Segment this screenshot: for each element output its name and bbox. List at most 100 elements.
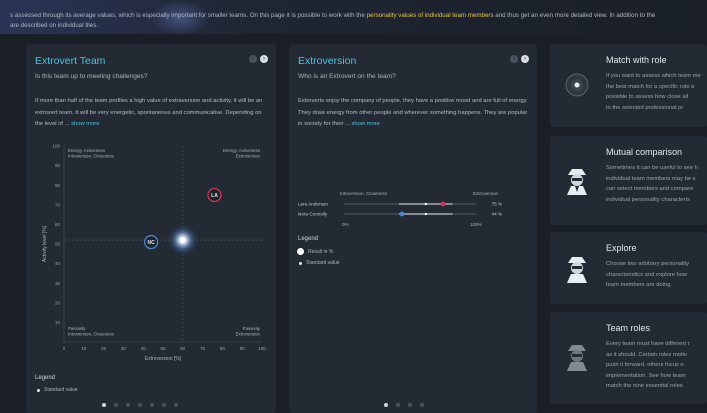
panel-description: Extroverts enjoy the company of people, … [298, 96, 530, 131]
extroversion-bar-chart: Introversion, Closeness Extroversion Lar… [298, 191, 502, 227]
quadrant-labels: Energy, Activeness Introversion, Closenes… [68, 148, 261, 337]
result-marker[interactable] [399, 211, 405, 217]
legend-standard-value: Standard value [37, 387, 78, 393]
tile-team-roles[interactable]: Team roles Every team must have differen… [550, 312, 707, 404]
tile-text-line: to the selected professional pr [606, 104, 684, 111]
team-roles-icon [567, 345, 587, 371]
next-arrow-icon[interactable]: › [260, 55, 268, 63]
explorer-icon [567, 257, 587, 283]
x-tick-label: 0 [63, 346, 66, 351]
extrovert-team-panel: Extrovert Team ‹ › Is this team up to me… [26, 44, 276, 413]
quadrant-label-top-right: Energy, Activeness [223, 148, 261, 153]
row-value: 75 % [492, 202, 502, 207]
tile-text-line: can select members and compare [606, 186, 694, 192]
tile-match-with-role[interactable]: Match with role If you want to assess wh… [550, 44, 707, 127]
panel-title: Extrovert Team [35, 55, 106, 67]
tile-title: Match with role [606, 55, 667, 65]
tile-description: If you want to assess which team me the … [606, 71, 706, 113]
next-arrow-icon[interactable]: › [521, 55, 529, 63]
standard-dot-icon [299, 261, 302, 265]
tile-text-line: the best match for a specific role a [606, 83, 695, 90]
x-tick-label: 10 [81, 346, 87, 351]
carousel-dot[interactable] [174, 403, 178, 407]
y-tick-label: 40 [55, 261, 61, 266]
y-tick-label: 50 [55, 242, 61, 247]
tile-text-line: Choose two arbitrary personality [606, 261, 690, 267]
carousel-dot[interactable] [162, 403, 166, 407]
tile-text-line: If you want to assess which team me [606, 73, 701, 79]
point-la[interactable]: LA [207, 187, 222, 203]
quadrant-label-bottom-left: Passivity [68, 326, 86, 331]
scale-right-label: Extroversion [473, 191, 499, 196]
legend-title: Legend [35, 375, 56, 381]
point-nc[interactable]: NC [143, 234, 159, 250]
show-more-link[interactable]: show more [71, 121, 99, 127]
x-tick-label: 50 [160, 346, 166, 351]
result-marker[interactable] [440, 201, 446, 207]
prev-arrow-icon[interactable]: ‹ [510, 55, 518, 63]
carousel-dot[interactable] [408, 403, 412, 407]
tile-mutual-comparison[interactable]: Mutual comparison Sometimes it can be us… [550, 136, 707, 225]
bar-row[interactable]: Nora Connolly 44 % [298, 211, 502, 217]
panel-description: If more than half of the team profiles a… [35, 96, 271, 131]
scale-max-label: 100% [470, 222, 482, 227]
x-tick-label: 100 [258, 346, 266, 351]
legend-result: Result in % [297, 248, 333, 255]
bar-row[interactable]: Lara Andersen 75 % [298, 201, 502, 207]
legend-title: Legend [298, 236, 319, 242]
chart-grid [63, 146, 262, 343]
quadrant-label-bottom-right: Extroversion [236, 332, 261, 337]
carousel-dot[interactable] [114, 403, 118, 407]
row-value: 44 % [492, 212, 502, 217]
tile-title: Mutual comparison [606, 147, 683, 157]
intro-text: s assessed through its average values, w… [0, 0, 707, 36]
panel-pager: ‹ › [510, 55, 529, 63]
y-axis-label: Activity level [%] [42, 225, 48, 262]
tile-explore[interactable]: Explore Choose two arbitrary personality… [550, 232, 707, 304]
prev-arrow-icon[interactable]: ‹ [249, 55, 257, 63]
x-tick-label: 90 [240, 346, 246, 351]
detective-icon [567, 169, 587, 195]
carousel-dot[interactable] [420, 403, 424, 407]
y-tick-label: 90 [55, 163, 61, 168]
carousel-dots [384, 403, 424, 407]
carousel-dot[interactable] [102, 403, 106, 407]
carousel-dot[interactable] [138, 403, 142, 407]
point-label: NC [148, 240, 156, 246]
row-name: Lara Andersen [298, 202, 328, 207]
standard-value-point [179, 237, 186, 244]
tile-text-line: individual personality characteris [606, 196, 690, 203]
legend-result-label: Result in % [308, 248, 334, 255]
carousel-dot[interactable] [384, 403, 388, 407]
standard-dot-icon [37, 388, 40, 392]
carousel-dot[interactable] [126, 403, 130, 407]
carousel-dots [102, 403, 178, 407]
x-tick-label: 30 [121, 346, 127, 351]
x-axis-label: Extroversion [%] [145, 356, 182, 362]
extroversion-panel: Extroversion ‹ › Who is an Extrovert on … [289, 44, 537, 413]
point-label: LA [211, 193, 218, 199]
result-dot-icon [297, 248, 304, 255]
intro-text-part2: and thus get an even more detailed view.… [493, 12, 656, 19]
show-more-link[interactable]: show more [352, 121, 380, 127]
quadrant-label-bottom-left: Introversion, Closeness [68, 332, 115, 337]
legend-standard-label: Standard value [306, 260, 340, 266]
intro-text-part1: s assessed through its average values, w… [10, 12, 367, 19]
x-tick-label: 80 [220, 346, 226, 351]
y-tick-label: 10 [55, 320, 61, 325]
intro-highlight: personality values of individual team me… [366, 12, 494, 19]
tile-text-line: implementation. See how team [606, 372, 686, 379]
scale-min-label: 0% [342, 222, 349, 227]
panel-pager: ‹ › [249, 55, 268, 63]
x-tick-label: 20 [101, 346, 107, 351]
quadrant-label-bottom-right: Passivity [243, 326, 261, 331]
tile-title: Explore [606, 243, 637, 253]
tile-text-line: individual team members may be s [606, 175, 696, 182]
carousel-dot[interactable] [150, 403, 154, 407]
standard-value-marker [424, 202, 428, 206]
carousel-dot[interactable] [396, 403, 400, 407]
panel-subtitle: Who is an Extrovert on the team? [298, 73, 396, 80]
tile-text-line: match the nine essential roles [606, 383, 683, 389]
y-tick-label: 80 [55, 183, 61, 188]
description-text: Extroverts enjoy the company of people, … [298, 98, 528, 127]
